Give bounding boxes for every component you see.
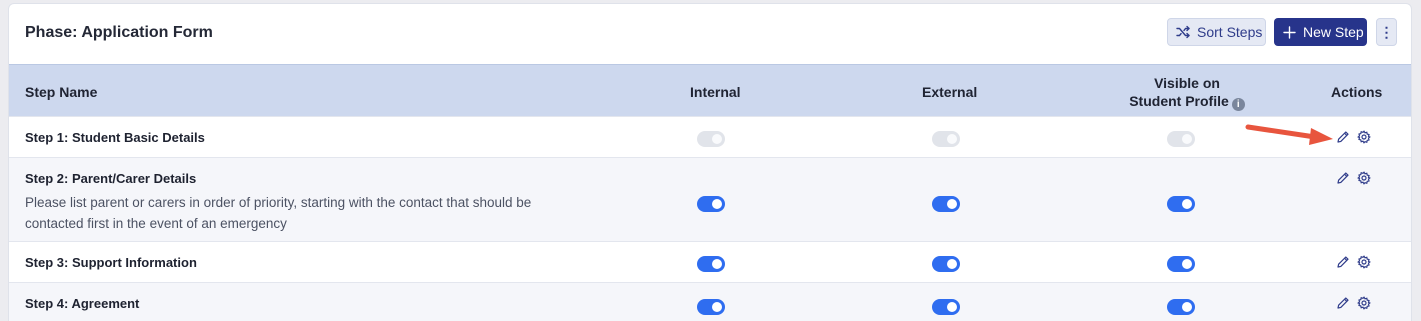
external-toggle[interactable] xyxy=(932,196,960,212)
external-toggle[interactable] xyxy=(932,131,960,147)
column-external: External xyxy=(922,84,978,100)
step-title: Step 1: Student Basic Details xyxy=(25,130,205,145)
external-toggle[interactable] xyxy=(932,256,960,272)
more-options-button[interactable]: ⋮ xyxy=(1376,18,1397,46)
internal-toggle[interactable] xyxy=(697,131,725,147)
column-visible-line2: Student Profile i xyxy=(1125,92,1249,111)
table-row: Step 4: Agreement xyxy=(9,282,1411,321)
gear-icon[interactable] xyxy=(1357,130,1371,144)
column-visible-line2-text: Student Profile xyxy=(1129,93,1229,109)
pencil-icon[interactable] xyxy=(1336,296,1350,310)
column-internal: Internal xyxy=(690,84,741,100)
sort-steps-button[interactable]: Sort Steps xyxy=(1167,18,1266,46)
column-step-name: Step Name xyxy=(25,84,98,100)
annotation-arrow xyxy=(1245,124,1333,145)
step-title: Step 3: Support Information xyxy=(25,255,197,270)
gear-icon[interactable] xyxy=(1357,296,1371,310)
card-header: Phase: Application Form Sort Steps New S… xyxy=(9,4,1411,64)
gear-icon[interactable] xyxy=(1357,255,1371,269)
visible-toggle[interactable] xyxy=(1167,256,1195,272)
table-row: Step 1: Student Basic Details xyxy=(9,116,1411,157)
column-visible-on-profile: Visible on Student Profile i xyxy=(1125,74,1249,111)
step-description: Please list parent or carers in order of… xyxy=(25,195,532,231)
new-step-label: New Step xyxy=(1303,24,1364,40)
plus-icon xyxy=(1283,25,1296,39)
pencil-icon[interactable] xyxy=(1336,130,1350,144)
step-title: Step 2: Parent/Carer Details xyxy=(25,171,197,186)
table-row: Step 3: Support Information xyxy=(9,241,1411,282)
table-row: Step 2: Parent/Carer Details Please list… xyxy=(9,157,1411,241)
sort-steps-label: Sort Steps xyxy=(1197,24,1263,40)
shuffle-icon xyxy=(1176,25,1190,39)
column-actions: Actions xyxy=(1331,84,1383,100)
internal-toggle[interactable] xyxy=(697,196,725,212)
pencil-icon[interactable] xyxy=(1336,171,1350,185)
internal-toggle[interactable] xyxy=(697,299,725,315)
column-visible-line1: Visible on xyxy=(1154,75,1220,91)
step-title: Step 4: Agreement xyxy=(25,296,140,311)
table-header: Step Name Internal External Visible on S… xyxy=(9,64,1411,116)
info-icon[interactable]: i xyxy=(1231,98,1245,111)
external-toggle[interactable] xyxy=(932,299,960,315)
visible-toggle[interactable] xyxy=(1167,131,1195,147)
page-title: Phase: Application Form xyxy=(25,24,213,41)
phase-card: Phase: Application Form Sort Steps New S… xyxy=(8,3,1412,321)
visible-toggle[interactable] xyxy=(1167,196,1195,212)
visible-toggle[interactable] xyxy=(1167,299,1195,315)
pencil-icon[interactable] xyxy=(1336,255,1350,269)
gear-icon[interactable] xyxy=(1357,171,1371,185)
new-step-button[interactable]: New Step xyxy=(1274,18,1367,46)
internal-toggle[interactable] xyxy=(697,256,725,272)
